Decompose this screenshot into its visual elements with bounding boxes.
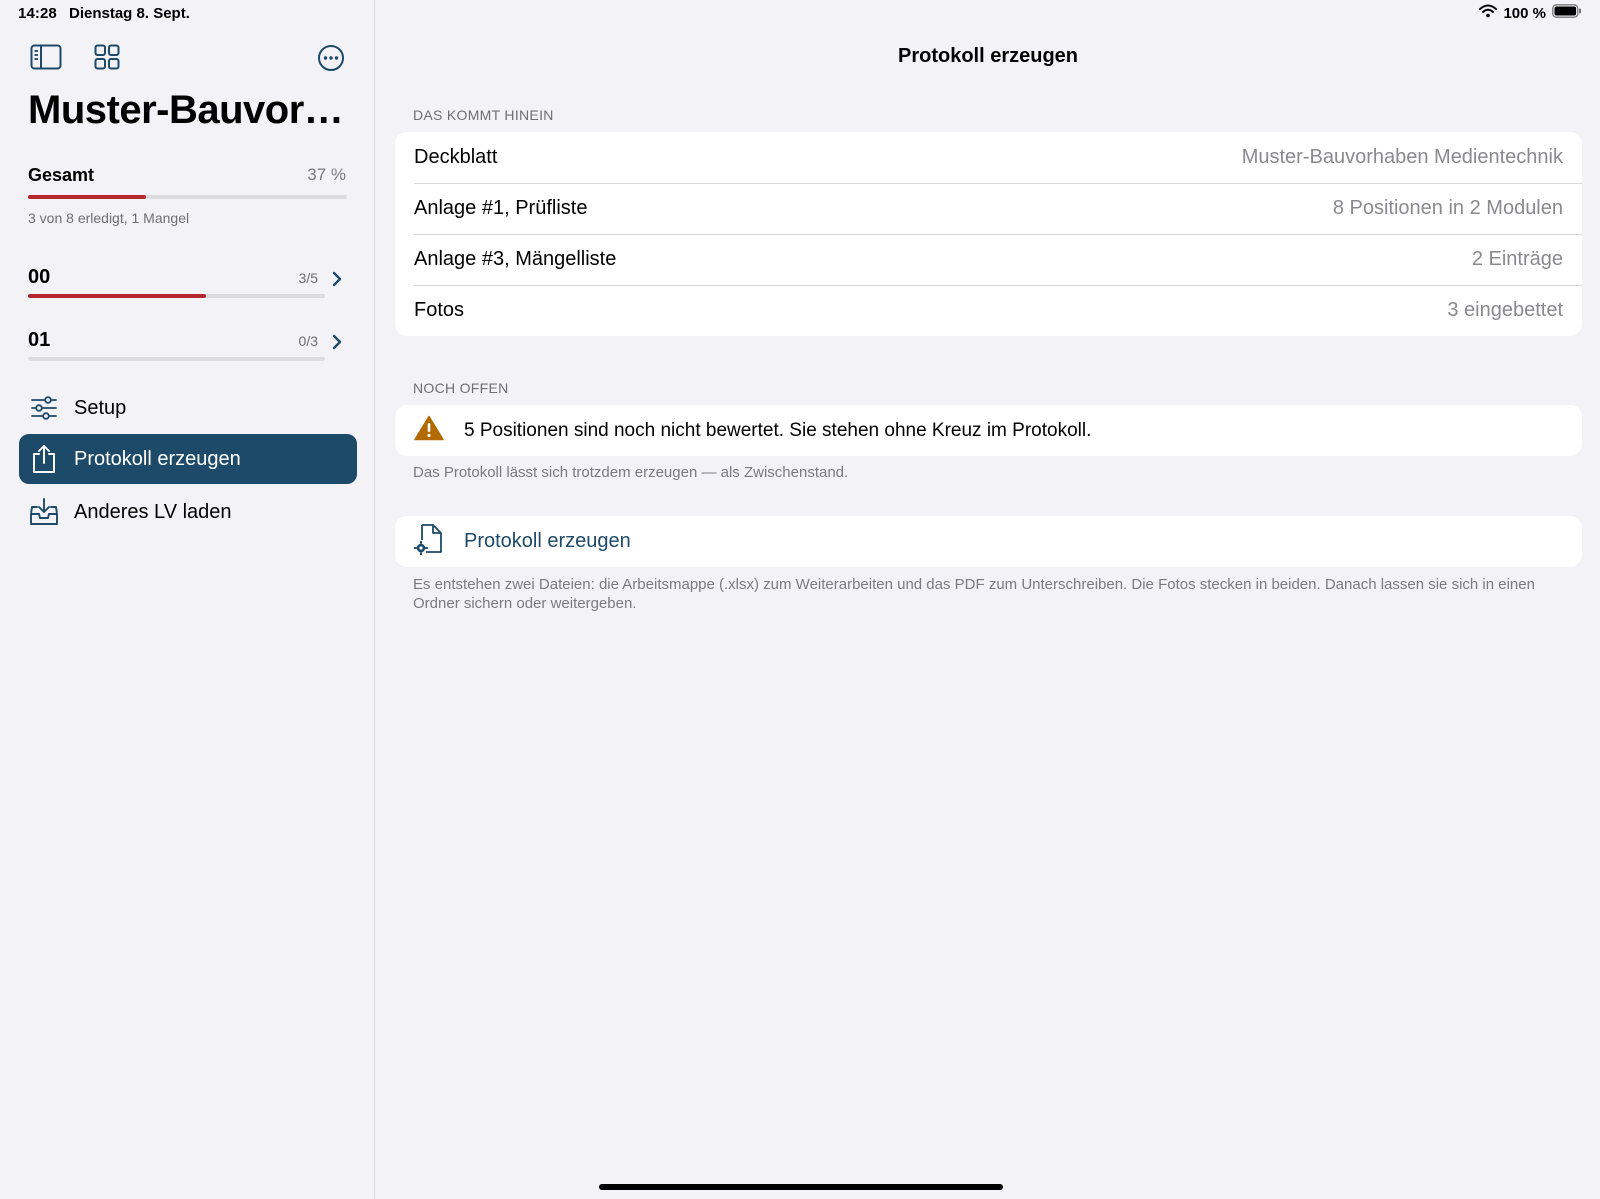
overall-progress-label: Gesamt — [28, 165, 95, 185]
more-options-icon[interactable] — [316, 43, 346, 73]
chevron-right-icon — [330, 331, 344, 353]
warning-row: 5 Positionen sind noch nicht bewertet. S… — [395, 405, 1582, 456]
module-progress-bar — [28, 294, 325, 298]
chevron-right-icon — [330, 268, 344, 290]
sidebar-item-anderes-lv-laden[interactable]: Anderes LV laden — [19, 487, 357, 537]
wifi-icon — [1479, 4, 1498, 22]
module-row-00[interactable]: 00 3/5 — [28, 266, 368, 316]
module-name: 01 — [28, 329, 51, 351]
warning-text: 5 Positionen sind noch nicht bewertet. S… — [464, 419, 1092, 441]
row-value: 3 eingebettet — [1447, 299, 1563, 321]
sidebar-item-label: Setup — [74, 396, 127, 419]
home-indicator — [599, 1184, 1003, 1190]
overall-progress-percent: 37 % — [307, 165, 346, 184]
row-label: Anlage #1, Prüfliste — [414, 197, 588, 219]
row-label: Deckblatt — [414, 146, 498, 168]
module-count: 0/3 — [298, 333, 318, 349]
sidebar-item-label: Anderes LV laden — [74, 500, 232, 523]
module-name: 00 — [28, 266, 51, 288]
row-label: Fotos — [414, 299, 465, 321]
status-indicators: 100 % — [1479, 4, 1582, 22]
contents-card: Deckblatt Muster-Bauvorhaben Medientechn… — [395, 132, 1582, 336]
generate-protocol-label: Protokoll erzeugen — [464, 530, 631, 552]
document-gear-icon — [413, 523, 444, 560]
overall-progress-fill — [28, 195, 147, 199]
row-value: 8 Positionen in 2 Modulen — [1332, 197, 1563, 219]
project-title: Muster-Bauvor… — [28, 88, 344, 132]
module-progress-bar — [28, 357, 325, 361]
content-row-anlage-3: Anlage #3, Mängelliste 2 Einträge — [395, 234, 1582, 285]
row-value: Muster-Bauvorhaben Medientechnik — [1241, 146, 1563, 168]
module-row-01[interactable]: 01 0/3 — [28, 329, 368, 379]
row-value: 2 Einträge — [1471, 248, 1563, 270]
page-title: Protokoll erzeugen — [897, 45, 1079, 67]
tray-download-icon — [29, 497, 59, 527]
battery-percent: 100 % — [1503, 4, 1546, 22]
status-time: 14:28 — [18, 5, 57, 22]
module-progress-fill — [28, 294, 207, 298]
warning-icon — [414, 415, 444, 446]
generate-protocol-button[interactable]: Protokoll erzeugen — [395, 516, 1582, 567]
battery-icon — [1552, 4, 1582, 22]
grid-icon[interactable] — [93, 43, 121, 71]
sidebar-item-label: Protokoll erzeugen — [74, 447, 241, 470]
content-row-deckblatt: Deckblatt Muster-Bauvorhaben Medientechn… — [395, 132, 1582, 183]
content-row-fotos: Fotos 3 eingebettet — [395, 285, 1582, 336]
sidebar-item-protokoll-erzeugen[interactable]: Protokoll erzeugen — [19, 434, 357, 484]
status-date: Dienstag 8. Sept. — [69, 5, 190, 22]
content-row-anlage-1: Anlage #1, Prüfliste 8 Positionen in 2 M… — [395, 183, 1582, 234]
overall-progress-summary: 3 von 8 erledigt, 1 Mangel — [28, 210, 190, 226]
warning-card: 5 Positionen sind noch nicht bewertet. S… — [395, 405, 1582, 456]
row-label: Anlage #3, Mängelliste — [414, 248, 617, 270]
section-header-open: NOCH OFFEN — [413, 380, 509, 396]
sidebar: 14:28 Dienstag 8. Sept. Muster-Bauvor… G… — [0, 0, 375, 1199]
sliders-icon — [29, 393, 59, 423]
sidebar-item-setup[interactable]: Setup — [19, 383, 357, 433]
action-card: Protokoll erzeugen — [395, 516, 1582, 567]
module-count: 3/5 — [298, 270, 318, 286]
section-header-contents: DAS KOMMT HINEIN — [413, 107, 554, 123]
overall-progress-bar — [28, 195, 347, 199]
detail-pane: 100 % Protokoll erzeugen DAS KOMMT HINEI… — [376, 0, 1600, 1199]
action-note: Es entstehen zwei Dateien: die Arbeitsma… — [413, 576, 1535, 612]
sidebar-toggle-icon[interactable] — [29, 42, 63, 72]
share-icon — [29, 444, 59, 474]
warning-note: Das Protokoll lässt sich trotzdem erzeug… — [413, 464, 849, 481]
